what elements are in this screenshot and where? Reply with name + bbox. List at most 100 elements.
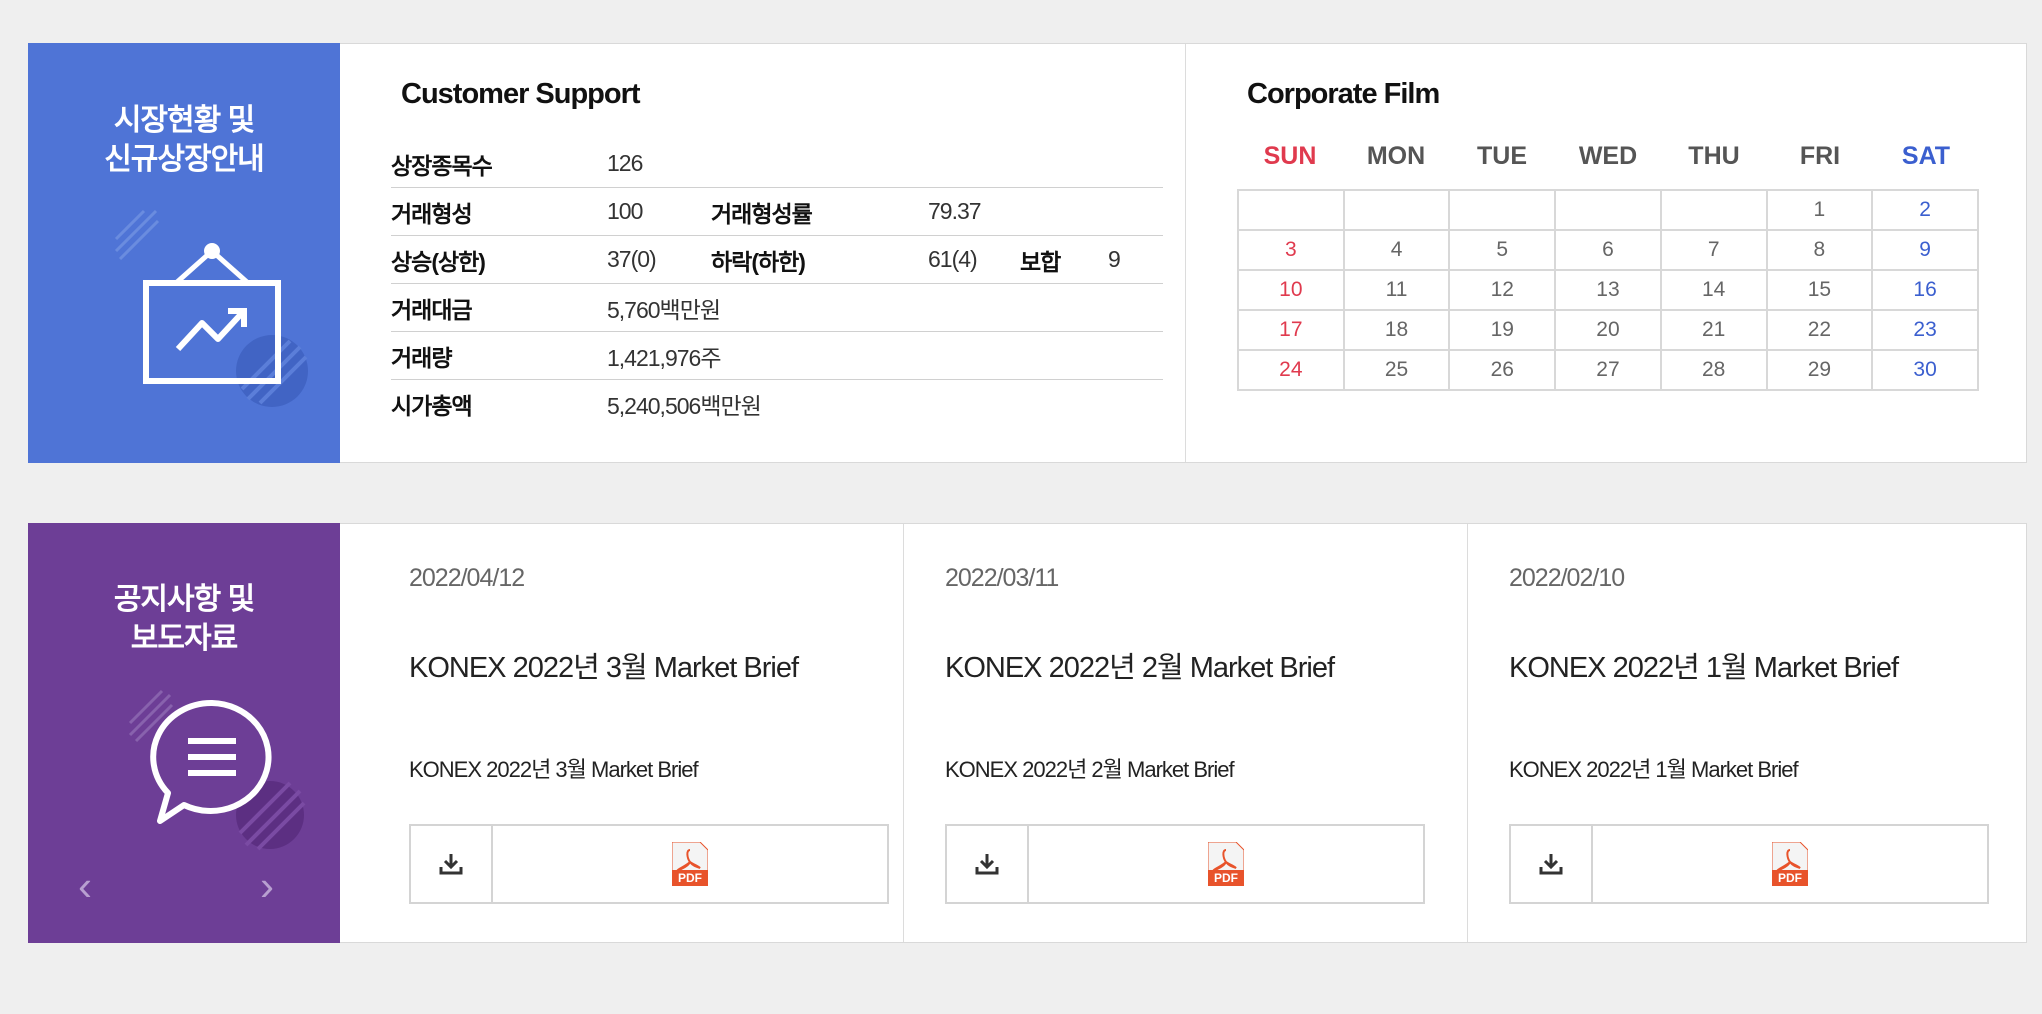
notice-title[interactable]: KONEX 2022년 2월 Market Brief	[945, 644, 1335, 686]
calendar-day[interactable]: 10	[1237, 269, 1345, 311]
pdf-file-icon: PDF	[1208, 842, 1244, 886]
card-divider	[903, 524, 904, 942]
pdf-button[interactable]: PDF	[493, 826, 887, 902]
calendar-day[interactable]: 28	[1659, 349, 1768, 391]
calendar-day[interactable]: 29	[1765, 349, 1874, 391]
chart-board-icon	[114, 209, 308, 407]
calendar-day[interactable]: 15	[1765, 269, 1874, 311]
prev-arrow-icon[interactable]: ‹	[78, 865, 92, 907]
weekday-tue: TUE	[1477, 142, 1527, 170]
calendar-week: 10 11 12 13 14 15 16	[1237, 269, 1979, 311]
stat-value: 61(4)	[928, 235, 1020, 284]
notice-side-title-line1: 공지사항 및	[113, 583, 255, 616]
calendar-day[interactable]: 11	[1342, 269, 1451, 311]
calendar-day[interactable]: 2	[1871, 189, 1979, 231]
notice-title[interactable]: KONEX 2022년 1월 Market Brief	[1509, 644, 1899, 686]
calendar-day[interactable]: 26	[1448, 349, 1557, 391]
notice-date: 2022/04/12	[409, 564, 525, 592]
notice-card[interactable]: 2022/02/10 KONEX 2022년 1월 Market Brief K…	[1509, 524, 2011, 942]
stat-value: 100	[607, 187, 711, 236]
calendar-day[interactable]: 21	[1659, 309, 1768, 351]
stat-label: 하락(하한)	[711, 235, 928, 284]
stat-value: 126	[607, 140, 1163, 188]
calendar-week: 1 2	[1237, 189, 1979, 231]
calendar-day[interactable]: 25	[1342, 349, 1451, 391]
calendar-day	[1659, 189, 1768, 231]
table-row: 시가총액 5,240,506백만원	[391, 380, 1163, 428]
stat-label: 거래대금	[391, 283, 607, 332]
notice-side-title: 공지사항 및 보도자료	[28, 580, 340, 658]
weekday-sat: SAT	[1901, 142, 1951, 170]
calendar-week: 17 18 19 20 21 22 23	[1237, 309, 1979, 351]
calendar-day[interactable]: 23	[1871, 309, 1979, 351]
stat-label: 보합	[1020, 235, 1108, 284]
calendar-weekday-header: SUN MON TUE WED THU FRI SAT	[1237, 142, 1979, 171]
calendar-day[interactable]: 5	[1448, 229, 1557, 271]
weekday-sun: SUN	[1263, 142, 1317, 170]
stat-value: 5,240,506백만원	[607, 392, 762, 419]
speech-bubble-menu-icon	[128, 689, 306, 851]
calendar-day[interactable]: 24	[1237, 349, 1345, 391]
market-side-title: 시장현황 및 신규상장안내	[28, 101, 340, 179]
pdf-button[interactable]: PDF	[1029, 826, 1423, 902]
calendar-day[interactable]: 14	[1659, 269, 1768, 311]
market-side-title-line1: 시장현황 및	[113, 104, 255, 137]
weekday-wed: WED	[1578, 142, 1638, 170]
calendar-day[interactable]: 8	[1765, 229, 1874, 271]
download-icon	[439, 854, 463, 875]
calendar-day[interactable]: 27	[1554, 349, 1662, 391]
stat-label: 거래형성률	[711, 187, 928, 236]
calendar-week: 3 4 5 6 7 8 9	[1237, 229, 1979, 271]
calendar-day[interactable]: 6	[1554, 229, 1662, 271]
stat-label: 거래형성	[391, 187, 607, 236]
calendar-day[interactable]: 16	[1871, 269, 1979, 311]
calendar-day[interactable]: 18	[1342, 309, 1451, 351]
card-divider	[1467, 524, 1468, 942]
calendar-day[interactable]: 3	[1237, 229, 1345, 271]
notice-card[interactable]: 2022/03/11 KONEX 2022년 2월 Market Brief K…	[945, 524, 1447, 942]
next-arrow-icon[interactable]: ›	[260, 865, 274, 907]
calendar-day[interactable]: 19	[1448, 309, 1557, 351]
customer-support-title: Customer Support	[401, 78, 641, 110]
market-status-panel: 시장현황 및 신규상장안내 Customer Support 상장종목수 126…	[28, 43, 2027, 463]
pdf-badge-text: PDF	[678, 871, 702, 885]
calendar-day[interactable]: 1	[1765, 189, 1874, 231]
calendar-day[interactable]: 12	[1448, 269, 1557, 311]
calendar-day[interactable]: 17	[1237, 309, 1345, 351]
notice-side-banner[interactable]: 공지사항 및 보도자료 ‹ ›	[28, 523, 340, 943]
pdf-badge-text: PDF	[1778, 871, 1802, 885]
calendar-day[interactable]: 30	[1871, 349, 1979, 391]
weekday-thu: THU	[1688, 142, 1740, 170]
table-row: 상장종목수 126	[391, 140, 1163, 188]
download-icon	[975, 854, 999, 875]
download-button[interactable]	[411, 826, 493, 902]
calendar-day[interactable]: 13	[1554, 269, 1662, 311]
calendar-day	[1448, 189, 1557, 231]
stat-value: 9	[1108, 235, 1163, 284]
pdf-badge-text: PDF	[1214, 871, 1238, 885]
weekday-fri: FRI	[1799, 142, 1841, 170]
stat-value: 79.37	[928, 187, 1163, 236]
table-row: 거래량 1,421,976주	[391, 331, 1163, 380]
calendar-day[interactable]: 4	[1342, 229, 1451, 271]
stat-label: 상승(상한)	[391, 235, 607, 284]
market-side-banner[interactable]: 시장현황 및 신규상장안내	[28, 43, 340, 463]
corporate-film-title: Corporate Film	[1247, 78, 1440, 110]
table-row: 거래대금 5,760백만원	[391, 283, 1163, 332]
notice-press-panel: 공지사항 및 보도자료 ‹ › 2022/04/12 KONEX 2022년 3…	[28, 523, 2027, 943]
calendar-day[interactable]: 7	[1659, 229, 1768, 271]
notice-actions: PDF	[945, 824, 1425, 904]
calendar-day[interactable]: 20	[1554, 309, 1662, 351]
calendar-day[interactable]: 9	[1871, 229, 1979, 271]
notice-card[interactable]: 2022/04/12 KONEX 2022년 3월 Market Brief K…	[381, 524, 889, 942]
notice-title[interactable]: KONEX 2022년 3월 Market Brief	[409, 644, 799, 686]
calendar-day[interactable]: 22	[1765, 309, 1874, 351]
download-button[interactable]	[1511, 826, 1593, 902]
market-stats-table: 상장종목수 126 거래형성 100 거래형성률 79.37 상승(상한) 37…	[391, 140, 1163, 427]
table-row: 거래형성 100 거래형성률 79.37	[391, 187, 1163, 236]
calendar-day	[1342, 189, 1451, 231]
notice-actions: PDF	[409, 824, 889, 904]
pdf-button[interactable]: PDF	[1593, 826, 1987, 902]
pdf-file-icon: PDF	[1772, 842, 1808, 886]
download-button[interactable]	[947, 826, 1029, 902]
